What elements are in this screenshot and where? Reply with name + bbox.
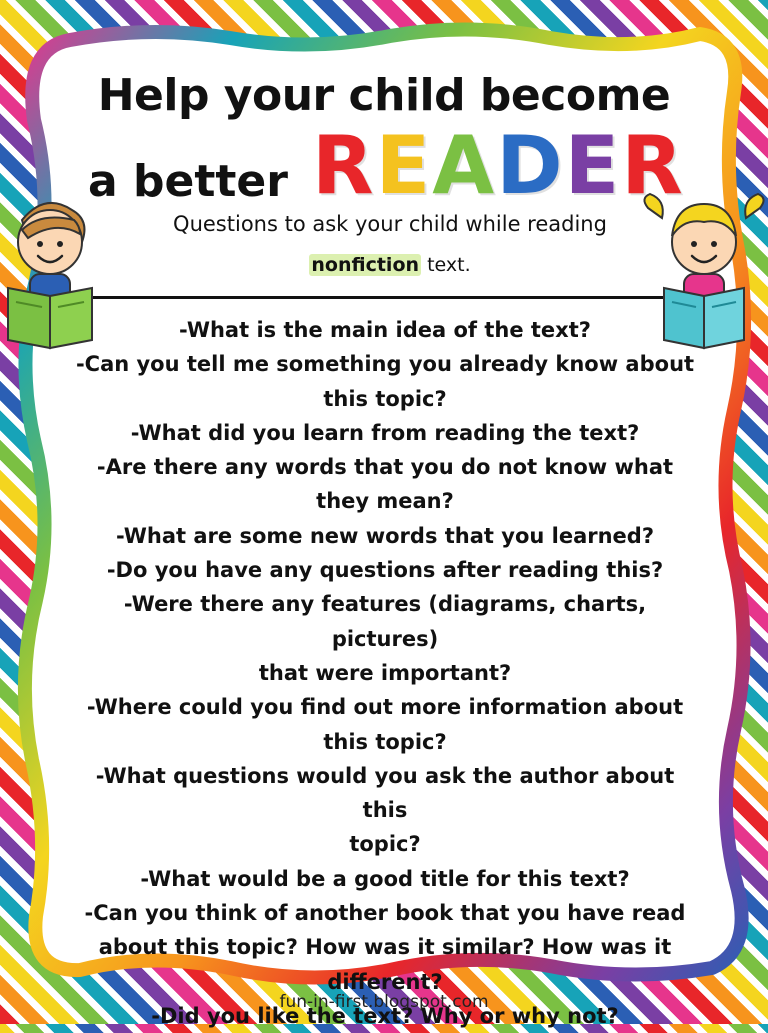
reader-letter: D (496, 119, 565, 212)
question-line: -Where could you find out more informati… (86, 695, 684, 720)
reader-word: READER (312, 126, 685, 206)
question-line: -What questions would you ask the author… (95, 763, 675, 823)
reader-letter: A (432, 119, 497, 212)
question-line: this topic? (323, 386, 447, 411)
question-line: topic? (349, 832, 421, 857)
question-line: -Are there any words that you do not kno… (96, 455, 674, 480)
title-line-2: a better READER (80, 126, 683, 208)
question-line: -Do you have any questions after reading… (106, 558, 664, 583)
divider (92, 296, 674, 299)
subtitle: Questions to ask your child while readin… (173, 212, 607, 236)
title-line-1: Help your child become (97, 70, 671, 121)
question-line: they mean? (316, 489, 454, 514)
reader-letter: E (375, 119, 433, 212)
question-line: -What did you learn from reading the tex… (130, 420, 640, 445)
girl-reading-icon (643, 192, 765, 350)
question-line: -What is the main idea of the text? (179, 318, 591, 342)
reader-letter: R (312, 119, 376, 212)
question-line: that were important? (258, 660, 512, 685)
nonfiction-highlight: nonfiction (309, 254, 422, 276)
question-line: -Can you tell me something you already k… (75, 352, 695, 377)
reader-letter: E (564, 119, 622, 212)
question-line: about this topic? How was it similar? Ho… (98, 935, 672, 960)
subtitle-line-2: nonfiction text. (200, 254, 580, 276)
subtitle-suffix: text. (421, 254, 471, 276)
question-line: -What are some new words that you learne… (115, 523, 655, 548)
question-line: this topic? (323, 729, 447, 754)
question-list: -What is the main idea of the text? -Can … (72, 313, 698, 1033)
question-line: -Can you think of another book that you … (84, 901, 686, 926)
question-line: -What would be a good title for this tex… (140, 866, 630, 891)
boy-reading-icon (7, 201, 93, 350)
question-line: -Were there any features (diagrams, char… (123, 592, 647, 651)
title-prefix: a better (88, 156, 288, 207)
footer-url: fun-in-first.blogspot.com (279, 992, 489, 1012)
